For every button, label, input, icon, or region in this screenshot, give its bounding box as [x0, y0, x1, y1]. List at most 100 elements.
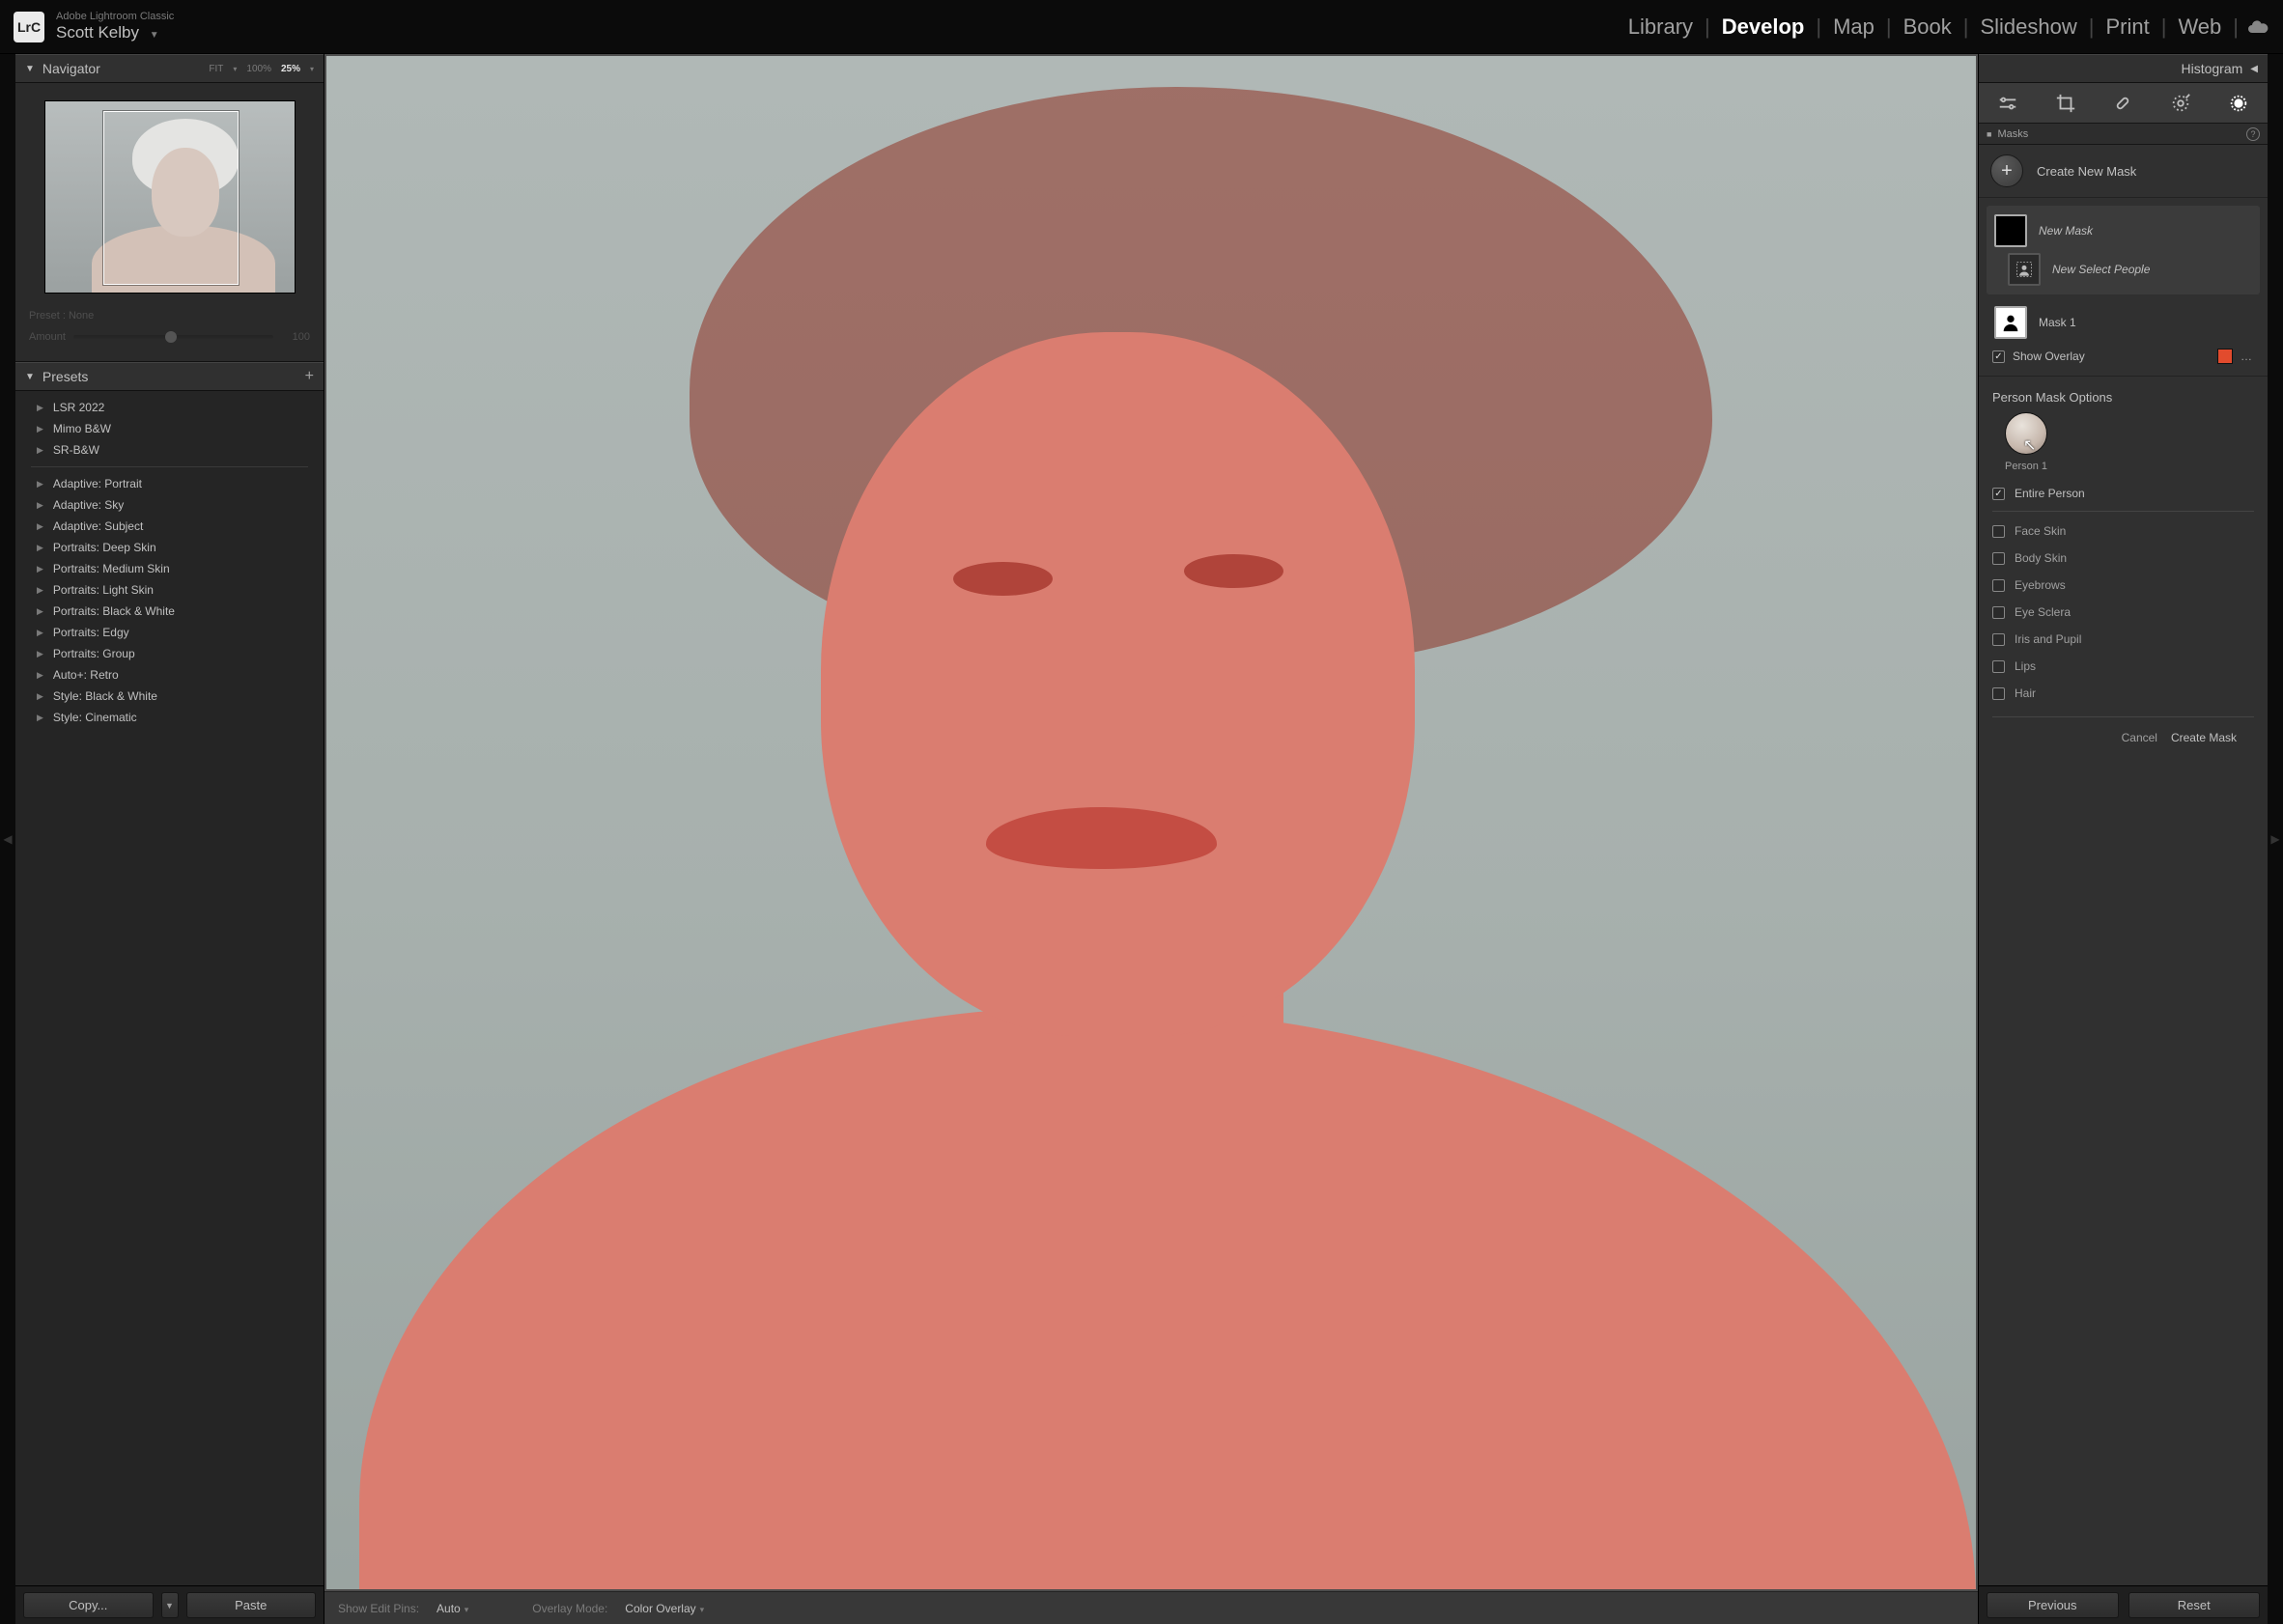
option-label: Face Skin	[2015, 524, 2066, 538]
navigator-header[interactable]: ▼ Navigator FIT▾ 100% 25%▾	[15, 54, 324, 83]
person-mask-options-title: Person Mask Options	[1979, 377, 2268, 412]
copy-dropdown[interactable]: ▼	[161, 1592, 179, 1618]
paste-button[interactable]: Paste	[186, 1592, 317, 1618]
zoom-current[interactable]: 25%	[281, 64, 300, 74]
preset-group[interactable]: ▶Portraits: Deep Skin	[15, 537, 324, 558]
module-print[interactable]: Print	[2094, 14, 2160, 40]
redeye-icon[interactable]	[2170, 93, 2191, 114]
histogram-header[interactable]: Histogram ◀	[1979, 54, 2268, 83]
preset-group[interactable]: ▶Auto+: Retro	[15, 664, 324, 686]
preset-group[interactable]: ▶Portraits: Edgy	[15, 622, 324, 643]
mask-option-row[interactable]: Iris and Pupil	[1992, 626, 2254, 653]
chevron-down-icon: ▼	[150, 30, 159, 41]
overlay-color-swatch[interactable]	[2217, 349, 2233, 364]
option-checkbox[interactable]	[1992, 606, 2005, 619]
navigator-zoom-controls[interactable]: FIT▾ 100% 25%▾	[209, 64, 314, 74]
chevron-right-icon: ▶	[37, 649, 43, 659]
navigator-thumbnail[interactable]	[44, 100, 296, 294]
masks-panel-header[interactable]: ■ Masks ?	[1979, 124, 2268, 145]
masks-body: + Create New Mask New Mask New Select Pe…	[1979, 145, 2268, 1585]
left-panel: ▼ Navigator FIT▾ 100% 25%▾ Preset : None	[15, 54, 324, 1624]
mask-option-row[interactable]: Eye Sclera	[1992, 599, 2254, 626]
preset-group[interactable]: ▶Portraits: Black & White	[15, 601, 324, 622]
right-edge-collapse[interactable]: ▶	[2268, 54, 2283, 1624]
info-icon[interactable]: ?	[2246, 127, 2260, 141]
preset-label: Portraits: Light Skin	[53, 583, 154, 597]
mask-option-row[interactable]: Eyebrows	[1992, 572, 2254, 599]
module-slideshow[interactable]: Slideshow	[1968, 14, 2088, 40]
preset-group[interactable]: ▶Style: Black & White	[15, 686, 324, 707]
preset-group[interactable]: ▶ Portraits: Group	[15, 643, 324, 664]
overlay-mode-dropdown[interactable]: Color Overlay▾	[625, 1602, 704, 1615]
cloud-sync-icon[interactable]	[2246, 15, 2269, 39]
zoom-fit[interactable]: FIT	[209, 64, 223, 74]
preset-group[interactable]: ▶Portraits: Medium Skin	[15, 558, 324, 579]
cancel-button[interactable]: Cancel	[2122, 731, 2157, 744]
preset-group[interactable]: ▶Adaptive: Portrait	[15, 473, 324, 494]
preset-label: Portraits: Medium Skin	[53, 562, 170, 575]
entire-person-checkbox[interactable]	[1992, 488, 2005, 500]
preset-label: Auto+: Retro	[53, 668, 119, 682]
previous-button[interactable]: Previous	[1987, 1592, 2119, 1618]
preset-label: Portraits: Deep Skin	[53, 541, 156, 554]
mask-1-row[interactable]: Mask 1	[1979, 302, 2268, 343]
preset-label: Adaptive: Sky	[53, 498, 124, 512]
image-canvas[interactable]	[326, 56, 1976, 1589]
crop-icon[interactable]	[2055, 93, 2076, 114]
main-area: ◀ ▼ Navigator FIT▾ 100% 25%▾ Preset :	[0, 54, 2283, 1624]
reset-button[interactable]: Reset	[2128, 1592, 2261, 1618]
preset-group[interactable]: ▶Mimo B&W	[15, 418, 324, 439]
preset-label: Mimo B&W	[53, 422, 111, 435]
center-panel: Show Edit Pins: Auto▾ Overlay Mode: Colo…	[324, 54, 1978, 1624]
option-checkbox[interactable]	[1992, 552, 2005, 565]
person-label: Person 1	[2005, 461, 2047, 472]
masking-icon[interactable]	[2228, 93, 2249, 114]
option-label: Iris and Pupil	[2015, 632, 2081, 646]
edit-pins-dropdown[interactable]: Auto▾	[437, 1602, 468, 1615]
presets-header[interactable]: ▼ Presets +	[15, 362, 324, 391]
healing-icon[interactable]	[2112, 93, 2133, 114]
preset-group[interactable]: ▶Adaptive: Subject	[15, 516, 324, 537]
module-picker: Library| Develop| Map| Book| Slideshow| …	[1617, 14, 2269, 40]
copy-button[interactable]: Copy...	[23, 1592, 154, 1618]
edit-sliders-icon[interactable]	[1997, 93, 2018, 114]
user-name-label: Scott Kelby	[56, 23, 139, 42]
mask-option-row[interactable]: Face Skin	[1992, 518, 2254, 545]
person-chip[interactable]: ↖ Person 1	[1992, 412, 2060, 472]
mask-option-row[interactable]: Body Skin	[1992, 545, 2254, 572]
left-edge-collapse[interactable]: ◀	[0, 54, 15, 1624]
identity-block[interactable]: Adobe Lightroom Classic Scott Kelby ▼	[56, 11, 174, 42]
module-web[interactable]: Web	[2166, 14, 2233, 40]
module-map[interactable]: Map	[1821, 14, 1886, 40]
preset-group[interactable]: ▶Style: Cinematic	[15, 707, 324, 728]
mask-group-new[interactable]: New Mask New Select People	[1987, 206, 2260, 294]
masks-title: Masks	[1997, 128, 2028, 140]
option-checkbox[interactable]	[1992, 633, 2005, 646]
create-mask-button[interactable]: Create Mask	[2171, 731, 2237, 744]
amount-slider[interactable]	[73, 335, 273, 339]
identity-user[interactable]: Scott Kelby ▼	[56, 23, 174, 42]
mask-option-row[interactable]: Lips	[1992, 653, 2254, 680]
left-footer: Copy... ▼ Paste	[15, 1585, 324, 1624]
preset-group[interactable]: ▶Portraits: Light Skin	[15, 579, 324, 601]
preset-group[interactable]: ▶LSR 2022	[15, 397, 324, 418]
overlay-more-icon[interactable]: …	[2241, 350, 2254, 363]
preset-label: Portraits: Group	[53, 647, 135, 660]
option-checkbox[interactable]	[1992, 579, 2005, 592]
create-new-mask[interactable]: + Create New Mask	[1979, 145, 2268, 198]
zoom-100[interactable]: 100%	[246, 64, 271, 74]
module-develop[interactable]: Develop	[1710, 14, 1817, 40]
add-preset-icon[interactable]: +	[305, 368, 314, 385]
quick-preset-sliders: Preset : None Amount 100	[29, 305, 310, 348]
option-checkbox[interactable]	[1992, 660, 2005, 673]
preset-group[interactable]: ▶SR-B&W	[15, 439, 324, 461]
option-checkbox[interactable]	[1992, 525, 2005, 538]
show-overlay-checkbox[interactable]	[1992, 350, 2005, 363]
preset-group[interactable]: ▶Adaptive: Sky	[15, 494, 324, 516]
option-checkbox[interactable]	[1992, 687, 2005, 700]
overlay-mode-label: Overlay Mode:	[532, 1602, 607, 1615]
navigator-crop-frame[interactable]	[103, 111, 239, 285]
module-library[interactable]: Library	[1617, 14, 1705, 40]
module-book[interactable]: Book	[1892, 14, 1963, 40]
mask-option-row[interactable]: Hair	[1992, 680, 2254, 707]
